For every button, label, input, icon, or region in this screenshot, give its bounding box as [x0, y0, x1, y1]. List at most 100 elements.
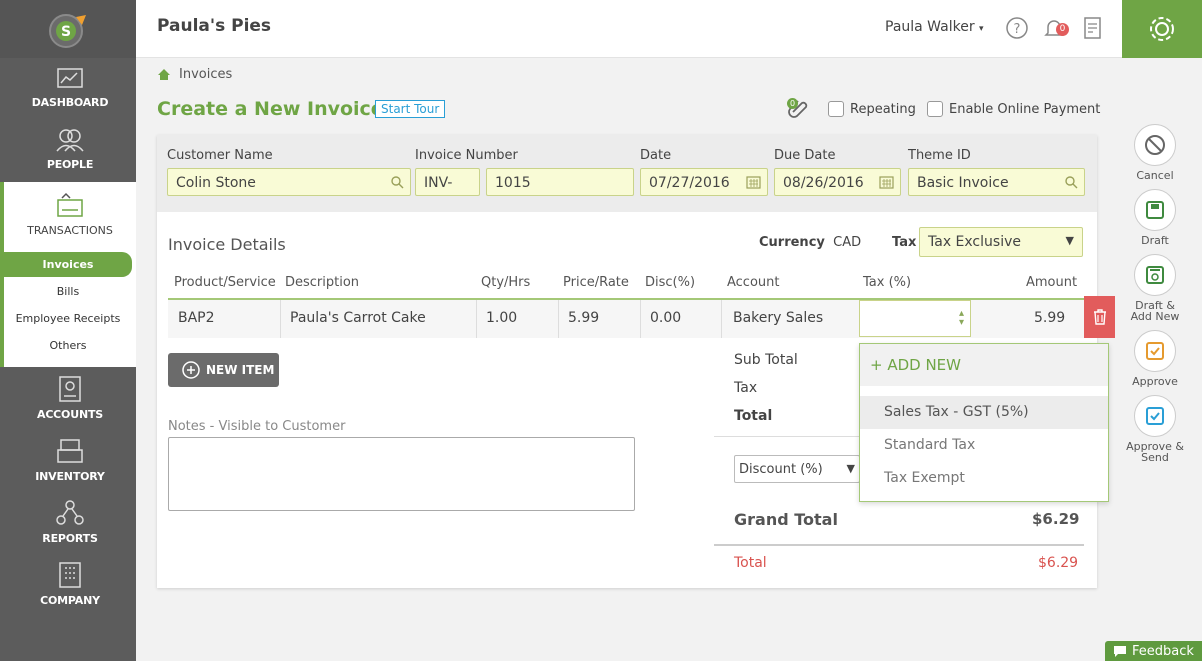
- nav-transactions-label: TRANSACTIONS: [27, 224, 113, 237]
- cell-disc[interactable]: 0.00: [650, 310, 681, 326]
- customer-name-label: Customer Name: [167, 148, 273, 163]
- currency-display: Currency CAD: [759, 235, 861, 250]
- col-disc: Disc(%): [645, 275, 696, 290]
- draft-label: Draft: [1141, 234, 1169, 247]
- home-icon[interactable]: [157, 68, 171, 81]
- gear-icon: [1150, 17, 1174, 41]
- tax-option-gst[interactable]: Sales Tax - GST (5%): [860, 396, 1108, 429]
- calendar-icon: [746, 176, 761, 189]
- nav-invoices[interactable]: Invoices: [4, 252, 132, 277]
- draft-add-new-label: Draft & Add New: [1130, 299, 1180, 323]
- customer-name-input[interactable]: Colin Stone: [167, 168, 411, 196]
- nav-dashboard[interactable]: DASHBOARD: [4, 68, 136, 109]
- nav-inventory[interactable]: INVENTORY: [4, 438, 136, 483]
- invoice-prefix-input[interactable]: INV-: [415, 168, 480, 196]
- attachment-count: 0: [787, 98, 798, 109]
- svg-text:?: ?: [1014, 22, 1021, 37]
- notification-badge: 0: [1056, 23, 1069, 36]
- final-total-value: $6.29: [1038, 555, 1079, 571]
- nav-accounts[interactable]: ACCOUNTS: [4, 376, 136, 421]
- repeating-checkbox[interactable]: Repeating: [828, 101, 916, 117]
- due-date-input[interactable]: 08/26/2016: [774, 168, 901, 196]
- notifications-button[interactable]: 0: [1042, 16, 1072, 40]
- cell-qty[interactable]: 1.00: [486, 310, 517, 326]
- divider: [714, 544, 1084, 546]
- tax-option-exempt[interactable]: Tax Exempt: [860, 462, 1108, 495]
- caret-down-icon: ▼: [1065, 234, 1074, 247]
- invoice-number-input[interactable]: 1015: [486, 168, 634, 196]
- nav-employee-receipts[interactable]: Employee Receipts: [4, 312, 132, 325]
- approve-send-circle: [1134, 395, 1176, 437]
- nav-people[interactable]: PEOPLE: [4, 128, 136, 171]
- cell-description[interactable]: Paula's Carrot Cake: [290, 310, 426, 326]
- add-new-tax-option[interactable]: + ADD NEW: [860, 344, 1108, 386]
- theme-input[interactable]: Basic Invoice: [908, 168, 1085, 196]
- updown-icon: ▴ ▾: [958, 308, 964, 328]
- notes-textarea[interactable]: [168, 437, 635, 511]
- nav-company-label: COMPANY: [40, 594, 100, 607]
- discount-select[interactable]: Discount (%) ▼: [734, 455, 860, 483]
- invoice-header-fields: Customer Name Colin Stone Invoice Number…: [157, 135, 1097, 212]
- user-name: Paula Walker: [885, 19, 975, 35]
- approve-send-button[interactable]: Approve & Send: [1120, 395, 1190, 463]
- tax-option-standard[interactable]: Standard Tax: [860, 429, 1108, 462]
- summary-total-label: Total: [734, 408, 773, 424]
- feedback-button[interactable]: Feedback: [1105, 641, 1202, 661]
- column-divider: [640, 300, 641, 338]
- nav-transactions[interactable]: TRANSACTIONS Invoices Bills Employee Rec…: [4, 182, 136, 367]
- cell-product[interactable]: BAP2: [178, 310, 215, 326]
- invoice-number-label: Invoice Number: [415, 148, 518, 163]
- checkbox-box: [927, 101, 943, 117]
- cancel-button[interactable]: Cancel: [1120, 124, 1190, 181]
- online-payment-label: Enable Online Payment: [949, 101, 1101, 117]
- company-name: Paula's Pies: [157, 16, 272, 36]
- nav-bills[interactable]: Bills: [4, 285, 132, 298]
- draft-add-new-circle: [1134, 254, 1176, 296]
- draft-button[interactable]: Draft: [1120, 189, 1190, 246]
- nav-inventory-label: INVENTORY: [35, 470, 105, 483]
- settings-button[interactable]: [1122, 0, 1202, 58]
- nav-company[interactable]: COMPANY: [4, 562, 136, 607]
- cell-price[interactable]: 5.99: [568, 310, 599, 326]
- nav-people-label: PEOPLE: [46, 158, 94, 171]
- final-total-label: Total: [734, 555, 767, 571]
- tax-rate-select[interactable]: ▴ ▾: [859, 300, 971, 337]
- breadcrumb-invoices[interactable]: Invoices: [179, 67, 232, 82]
- col-amount: Amount: [1026, 275, 1078, 290]
- new-item-button[interactable]: NEW ITEM: [168, 353, 279, 387]
- nav-others[interactable]: Others: [4, 339, 132, 352]
- new-document-icon[interactable]: [1082, 16, 1104, 40]
- draft-add-new-button[interactable]: Draft & Add New: [1120, 254, 1190, 322]
- column-divider: [280, 300, 281, 338]
- feedback-label: Feedback: [1132, 643, 1194, 659]
- attachment-button[interactable]: 0: [787, 98, 813, 124]
- app-logo[interactable]: S: [0, 0, 136, 58]
- col-account: Account: [727, 275, 780, 290]
- nav-dashboard-label: DASHBOARD: [31, 96, 109, 109]
- cell-account[interactable]: Bakery Sales: [733, 310, 823, 326]
- delete-row-button[interactable]: [1084, 296, 1115, 338]
- due-date-value: 08/26/2016: [783, 175, 864, 191]
- sidebar: S DASHBOARD PEOPLE TRANSACTIONS Invoices…: [0, 0, 136, 661]
- subtotal-label: Sub Total: [734, 352, 798, 368]
- nav-reports[interactable]: REPORTS: [4, 500, 136, 545]
- date-input[interactable]: 07/27/2016: [640, 168, 768, 196]
- user-menu[interactable]: Paula Walker ▾: [885, 19, 984, 35]
- save-icon: [1146, 201, 1164, 219]
- plus-circle-icon: [182, 361, 200, 379]
- svg-text:S: S: [61, 24, 71, 40]
- date-value: 07/27/2016: [649, 175, 730, 191]
- tax-mode-value: Tax Exclusive: [928, 234, 1021, 250]
- online-payment-checkbox[interactable]: Enable Online Payment: [927, 101, 1100, 117]
- column-divider: [476, 300, 477, 338]
- column-divider: [558, 300, 559, 338]
- dashboard-icon: [57, 68, 83, 88]
- nav-accounts-label: ACCOUNTS: [37, 408, 103, 421]
- help-icon[interactable]: ?: [1005, 16, 1029, 40]
- approve-button[interactable]: Approve: [1120, 330, 1190, 387]
- start-tour-button[interactable]: Start Tour: [375, 100, 446, 118]
- approve-circle: [1134, 330, 1176, 372]
- new-item-label: NEW ITEM: [206, 363, 275, 377]
- notes-label: Notes - Visible to Customer: [168, 419, 346, 434]
- tax-mode-select[interactable]: Tax Exclusive ▼: [919, 227, 1083, 257]
